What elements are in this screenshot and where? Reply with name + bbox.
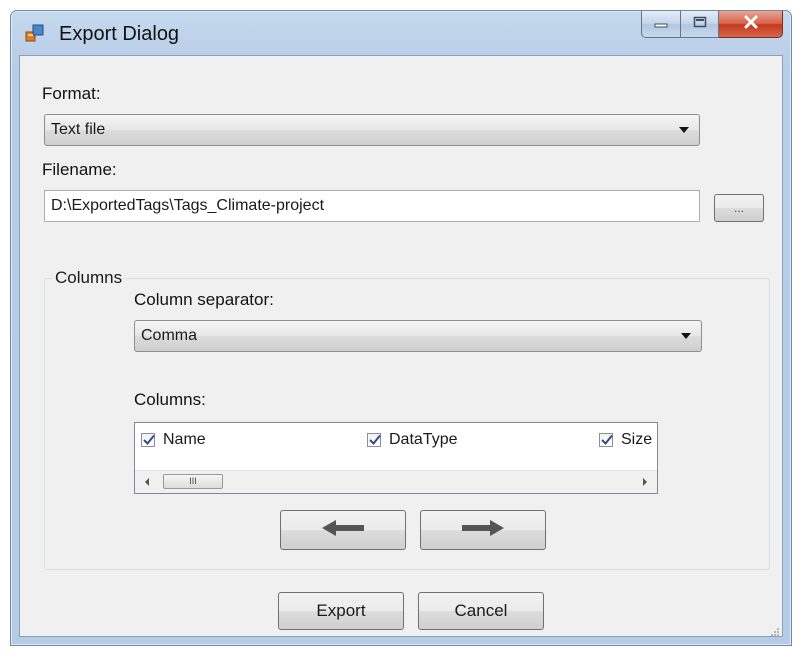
separator-selected-value: Comma (141, 327, 198, 344)
maximize-icon (693, 15, 707, 33)
minimize-icon (654, 15, 668, 33)
maximize-button[interactable] (681, 11, 719, 38)
export-dialog-icon (25, 23, 45, 43)
title-bar[interactable]: Export Dialog (11, 11, 791, 55)
move-column-right-button[interactable] (420, 510, 546, 550)
format-combobox[interactable]: Text file (44, 114, 700, 146)
filename-input[interactable]: D:\ExportedTags\Tags_Climate-project (44, 190, 700, 222)
arrow-left-icon (320, 518, 366, 543)
move-column-left-button[interactable] (280, 510, 406, 550)
chevron-down-icon (679, 127, 689, 133)
cancel-button-label: Cancel (454, 601, 508, 620)
cancel-button[interactable]: Cancel (418, 592, 544, 630)
browse-button[interactable]: ... (714, 194, 764, 222)
window-controls (641, 11, 783, 39)
checkbox-checked-icon (141, 433, 155, 447)
column-size-label: Size (621, 431, 653, 448)
column-datatype-label: DataType (389, 431, 458, 448)
checkbox-checked-icon (367, 433, 381, 447)
minimize-button[interactable] (641, 11, 681, 38)
columns-list-label: Columns: (134, 390, 206, 409)
chevron-down-icon (681, 333, 691, 339)
columns-checked-list[interactable]: Name DataType Size III (134, 422, 658, 494)
column-checkbox-size[interactable]: Size (599, 431, 652, 449)
browse-label: ... (733, 201, 744, 215)
export-button-label: Export (316, 601, 366, 620)
close-button[interactable] (719, 11, 783, 38)
columns-group-title: Columns (52, 268, 126, 288)
format-selected-value: Text file (51, 121, 106, 138)
horizontal-scrollbar[interactable]: III (135, 470, 657, 493)
filename-label: Filename: (42, 160, 117, 179)
scrollbar-thumb-grip: III (189, 476, 197, 486)
scrollbar-thumb[interactable]: III (163, 474, 223, 489)
window-title: Export Dialog (59, 23, 180, 45)
filename-value: D:\ExportedTags\Tags_Climate-project (51, 197, 325, 214)
export-button[interactable]: Export (278, 592, 404, 630)
export-dialog-window: Export Dialog Format: Text file Filename… (10, 10, 792, 646)
scroll-right-arrow-icon[interactable] (643, 478, 647, 486)
column-separator-label: Column separator: (134, 290, 274, 309)
column-checkbox-name[interactable]: Name (141, 431, 206, 449)
column-name-label: Name (163, 431, 206, 448)
checkbox-checked-icon (599, 433, 613, 447)
column-separator-combobox[interactable]: Comma (134, 320, 702, 352)
column-checkbox-datatype[interactable]: DataType (367, 431, 457, 449)
arrow-right-icon (460, 518, 506, 543)
scroll-left-arrow-icon[interactable] (145, 478, 149, 486)
close-icon (743, 15, 759, 34)
resize-grip-icon[interactable] (770, 624, 780, 636)
format-label: Format: (42, 84, 101, 103)
dialog-client-area: Format: Text file Filename: D:\ExportedT… (19, 55, 783, 637)
